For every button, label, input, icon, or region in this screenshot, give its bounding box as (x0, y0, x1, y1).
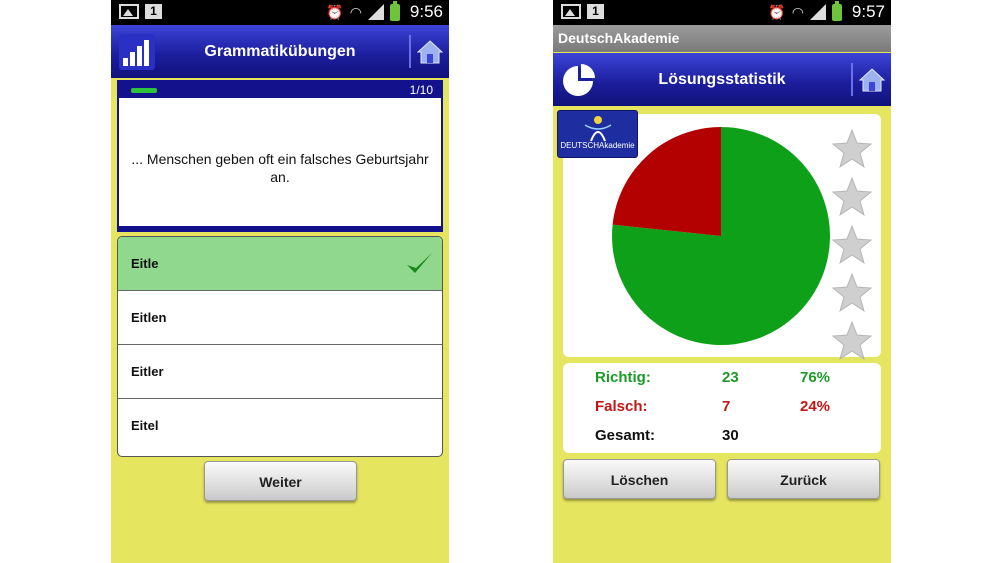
image-icon (561, 4, 581, 19)
stats-label: Falsch: (595, 398, 648, 415)
answer-label: Eitle (131, 256, 159, 271)
divider (409, 35, 411, 68)
answer-option[interactable]: Eitle (118, 237, 442, 291)
signal-icon (367, 4, 384, 20)
battery-icon (831, 0, 842, 21)
status-bar: 1 ⏰ ◠ 9:57 (553, 0, 891, 25)
screen-title: Lösungsstatistik (658, 71, 786, 88)
app-name-bar: DeutschAkademie (553, 25, 891, 52)
home-icon[interactable] (417, 39, 443, 65)
stats-label: Gesamt: (595, 427, 656, 444)
progress-bar (131, 88, 157, 93)
title-bar: Grammatikübungen (111, 25, 449, 78)
status-time: 9:57 (851, 2, 885, 21)
question-card: 1/10 ... Menschen geben oft ein falsches… (117, 80, 443, 232)
stats-row-total: Gesamt: 30 (563, 422, 881, 450)
screen-title: Grammatikübungen (204, 43, 356, 60)
question-text: ... Menschen geben oft ein falsches Gebu… (131, 151, 429, 185)
answer-label: Eitler (131, 364, 164, 379)
status-bar: 1 ⏰ ◠ 9:56 (111, 0, 449, 25)
statistics-screen: 1 ⏰ ◠ 9:57 DeutschAkademie Lösungsstatis… (553, 0, 891, 563)
delete-button[interactable]: Löschen (563, 459, 716, 499)
star-icon (831, 272, 873, 313)
question-counter: 1/10 (409, 83, 433, 97)
star-icon (831, 176, 873, 217)
stats-label: Richtig: (595, 369, 651, 386)
logo-text: DEUTSCHAkademie (560, 141, 635, 150)
title-bar: Lösungsstatistik (553, 53, 891, 106)
home-icon[interactable] (859, 67, 885, 93)
alarm-icon: ⏰ (326, 4, 344, 20)
stats-row-wrong: Falsch: 7 24% (563, 393, 881, 421)
answer-option[interactable]: Eitler (118, 345, 442, 399)
alarm-icon: ⏰ (768, 4, 786, 20)
battery-icon (389, 0, 400, 21)
star-icon (831, 128, 873, 169)
deutschakademie-logo: DEUTSCHAkademie (557, 110, 638, 158)
image-icon (119, 4, 139, 19)
answer-label: Eitel (131, 418, 159, 433)
wifi-icon: ◠ (791, 4, 804, 20)
stats-count: 30 (722, 427, 739, 444)
stats-row-correct: Richtig: 23 76% (563, 364, 881, 392)
back-button[interactable]: Zurück (727, 459, 880, 499)
stats-percent: 24% (800, 398, 831, 415)
star-icon (831, 224, 873, 265)
signal-icon (809, 4, 826, 20)
stats-percent: 76% (800, 369, 831, 386)
answer-option[interactable]: Eitlen (118, 291, 442, 345)
answer-option[interactable]: Eitel (118, 399, 442, 453)
next-button[interactable]: Weiter (204, 461, 357, 501)
question-header (119, 82, 441, 98)
exercise-screen: 1 ⏰ ◠ 9:56 Grammatikübungen 1/10 ... Men… (111, 0, 449, 563)
stats-count: 23 (722, 369, 739, 386)
sim-slot-indicator: 1 (145, 4, 162, 19)
star-icon (831, 320, 873, 361)
status-time: 9:56 (409, 2, 443, 21)
rating-stars (831, 128, 875, 368)
sim-slot-indicator: 1 (587, 4, 604, 19)
wifi-icon: ◠ (349, 4, 362, 20)
stats-card: Richtig: 23 76% Falsch: 7 24% Gesamt: 30 (563, 363, 881, 453)
question-footer (119, 226, 441, 230)
divider (851, 63, 853, 96)
stats-count: 7 (722, 398, 731, 415)
answer-list: Eitle Eitlen Eitler Eitel (117, 236, 443, 457)
check-icon (407, 253, 432, 273)
answer-label: Eitlen (131, 310, 167, 325)
